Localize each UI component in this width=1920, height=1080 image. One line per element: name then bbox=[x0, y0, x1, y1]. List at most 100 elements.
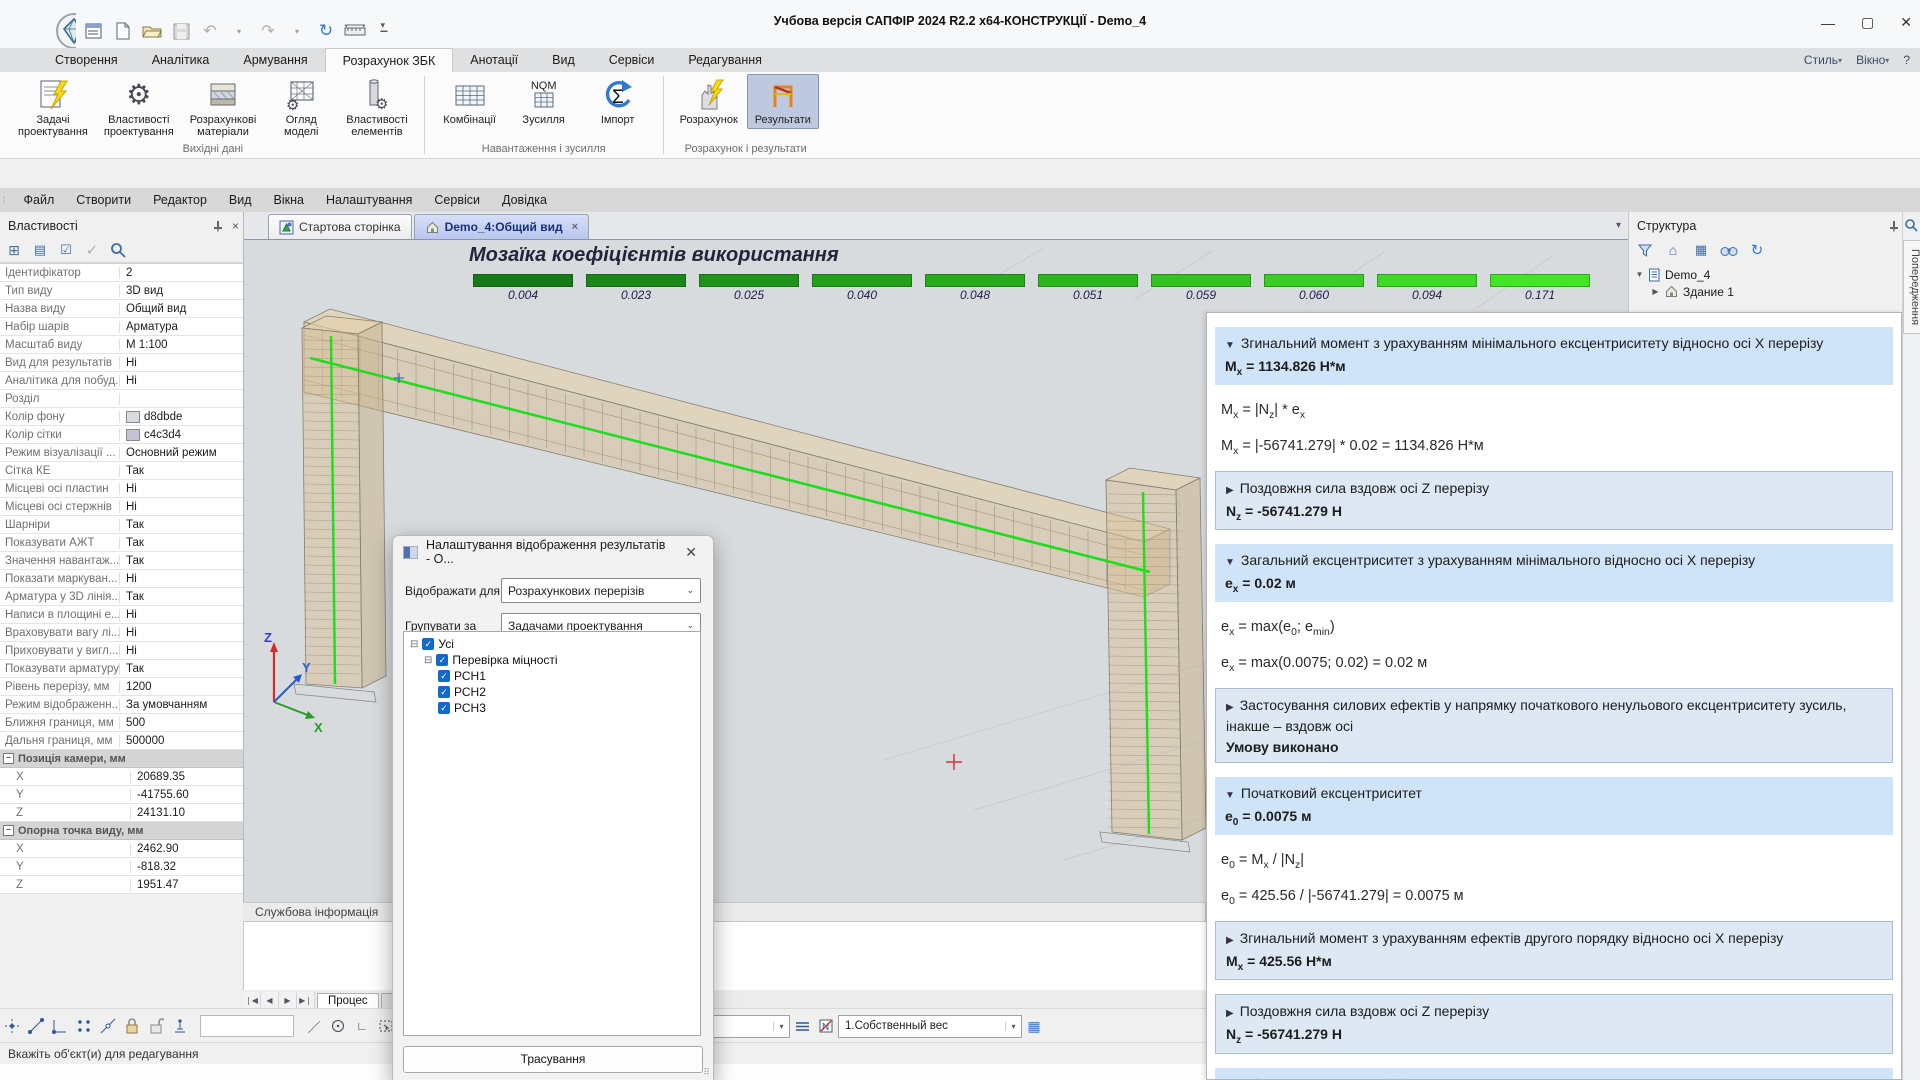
checkbox-checked[interactable]: ✓ bbox=[438, 686, 450, 698]
tree-item-РСН3[interactable]: ✓РСН3 bbox=[404, 700, 700, 716]
property-value[interactable]: 1200 bbox=[120, 681, 243, 693]
lock-closed-icon[interactable] bbox=[121, 1015, 143, 1037]
property-row[interactable]: Y-41755.60 bbox=[0, 786, 243, 804]
tree-item-Перевірка міцності[interactable]: ⊟✓Перевірка міцності bbox=[404, 652, 700, 668]
minimize-button[interactable]: — bbox=[1821, 15, 1835, 31]
property-row[interactable]: Аналітика для побуд...Ні bbox=[0, 372, 243, 390]
pin-icon[interactable] bbox=[212, 220, 224, 232]
home-icon[interactable]: ⌂ bbox=[1663, 241, 1683, 259]
resize-grip-icon[interactable]: ⠿ bbox=[703, 1067, 710, 1078]
collapse-icon[interactable]: ▼ bbox=[1225, 557, 1235, 568]
property-row[interactable]: X2462.90 bbox=[0, 840, 243, 858]
property-value[interactable]: Общий вид bbox=[120, 303, 243, 315]
property-row[interactable]: Написи в площині е...Ні bbox=[0, 606, 243, 624]
menu-item-Вид[interactable]: Вид bbox=[218, 188, 263, 212]
structure-node-Demo_4[interactable]: ▼Demo_4 bbox=[1635, 266, 1920, 283]
ribbon-button-Огляд-моделі[interactable]: ⚙Огляд моделі bbox=[265, 74, 337, 141]
corner-tool-icon[interactable]: ∟ bbox=[351, 1015, 373, 1037]
checkbox-checked[interactable]: ✓ bbox=[422, 638, 434, 650]
measure-input[interactable] bbox=[200, 1015, 294, 1037]
result-block[interactable]: ▶Поздовжня сила вздовж осі Z перерізуNz … bbox=[1215, 994, 1893, 1054]
property-row[interactable]: Дальня границя, мм500000 bbox=[0, 732, 243, 750]
ribbon-tab-Редагування[interactable]: Редагування bbox=[671, 48, 779, 72]
search-icon[interactable] bbox=[1904, 218, 1918, 232]
menu-item-Файл[interactable]: Файл bbox=[13, 188, 66, 212]
property-row[interactable]: Рівень перерізу, мм1200 bbox=[0, 678, 243, 696]
menu-item-Редактор[interactable]: Редактор bbox=[142, 188, 218, 212]
table-sm-icon[interactable]: ▦ bbox=[1691, 241, 1711, 259]
property-row[interactable]: Режим відображенн...За умовчанням bbox=[0, 696, 243, 714]
expand-icon[interactable]: ▶ bbox=[1226, 702, 1234, 713]
ribbon-button-Розрахункові-матеріали[interactable]: Розрахункові матеріали bbox=[183, 74, 264, 141]
property-value[interactable]: Так bbox=[120, 555, 243, 567]
property-value[interactable]: 3D вид bbox=[120, 285, 243, 297]
property-value[interactable]: Так bbox=[120, 663, 243, 675]
tree-item-Усі[interactable]: ⊟✓Усі bbox=[404, 636, 700, 652]
property-value[interactable]: Ні bbox=[120, 573, 243, 585]
result-block[interactable]: ▶Поздовжня сила вздовж осі Z перерізуNz … bbox=[1215, 471, 1893, 531]
property-value[interactable]: Ні bbox=[120, 609, 243, 621]
refresh-icon[interactable]: ↻ bbox=[1747, 241, 1767, 259]
ribbon-right-?[interactable]: ? bbox=[1903, 53, 1910, 67]
no-loads-icon[interactable]: N bbox=[815, 1015, 837, 1037]
property-value[interactable]: 24131.10 bbox=[131, 807, 243, 819]
ribbon-tab-Армування[interactable]: Армування bbox=[226, 48, 324, 72]
ribbon-button-Задачі-проектування[interactable]: Задачі проектування bbox=[11, 74, 95, 141]
menu-item-Сервіси[interactable]: Сервіси bbox=[423, 188, 491, 212]
ribbon-right-Вікно[interactable]: Вікно ▾ bbox=[1856, 53, 1889, 67]
property-row[interactable]: Z24131.10 bbox=[0, 804, 243, 822]
menu-item-Налаштування[interactable]: Налаштування bbox=[315, 188, 423, 212]
nav-next-button[interactable]: ▶ bbox=[279, 992, 297, 1008]
binoculars-icon[interactable] bbox=[1719, 241, 1739, 259]
expander-icon[interactable]: ▶ bbox=[1651, 287, 1660, 296]
expander-icon[interactable]: ▼ bbox=[1635, 270, 1644, 279]
ribbon-tab-Створення[interactable]: Створення bbox=[38, 48, 135, 72]
tab-overflow-icon[interactable]: ▾ bbox=[1616, 220, 1621, 231]
pin-icon[interactable] bbox=[1888, 220, 1900, 232]
collapse-icon[interactable]: ⊟ bbox=[410, 639, 418, 650]
property-row[interactable]: Колір сіткиc4c3d4 bbox=[0, 426, 243, 444]
tree-item-РСН2[interactable]: ✓РСН2 bbox=[404, 684, 700, 700]
ribbon-tab-Сервіси[interactable]: Сервіси bbox=[592, 48, 672, 72]
property-row[interactable]: Назва видуОбщий вид bbox=[0, 300, 243, 318]
property-value[interactable]: 500000 bbox=[120, 735, 243, 747]
nav-last-button[interactable]: ▶❘ bbox=[297, 992, 315, 1008]
snap-line-icon[interactable] bbox=[25, 1015, 47, 1037]
property-row[interactable]: Показувати АЖТТак bbox=[0, 534, 243, 552]
property-value[interactable]: Ні bbox=[120, 357, 243, 369]
ribbon-tab-Анотації[interactable]: Анотації bbox=[453, 48, 535, 72]
property-row[interactable]: Приховувати у вигл...Ні bbox=[0, 642, 243, 660]
checklist-icon[interactable]: ☑ bbox=[56, 241, 76, 259]
nav-prev-button[interactable]: ◀ bbox=[261, 992, 279, 1008]
nav-first-button[interactable]: ❘◀ bbox=[243, 992, 261, 1008]
chevron-down-icon[interactable]: ⌄ bbox=[686, 585, 700, 596]
ribbon-right-Стиль[interactable]: Стиль ▾ bbox=[1804, 53, 1842, 67]
result-block[interactable]: ▼Згинальний момент з урахуванням мінімал… bbox=[1215, 327, 1893, 385]
property-value[interactable]: Ні bbox=[120, 501, 243, 513]
property-value[interactable]: Так bbox=[120, 465, 243, 477]
property-row[interactable]: Ближня границя, мм500 bbox=[0, 714, 243, 732]
property-value[interactable]: М 1:100 bbox=[120, 339, 243, 351]
lock-open-icon[interactable] bbox=[145, 1015, 167, 1037]
property-value[interactable]: Так bbox=[120, 537, 243, 549]
result-block[interactable]: ▶Застосування силових ефектів у напрямку… bbox=[1215, 688, 1893, 763]
menu-item-Вікна[interactable]: Вікна bbox=[263, 188, 315, 212]
dialog-combo-Відображати для[interactable]: Розрахункових перерізів⌄ bbox=[501, 578, 701, 603]
search-icon[interactable] bbox=[108, 241, 128, 259]
property-row[interactable]: Показати маркуван...Ні bbox=[0, 570, 243, 588]
chevron-down-icon[interactable]: ▾ bbox=[773, 1022, 789, 1031]
checkbox-checked[interactable]: ✓ bbox=[438, 702, 450, 714]
property-value[interactable]: Так bbox=[120, 519, 243, 531]
property-row[interactable]: Враховувати вагу лі...Ні bbox=[0, 624, 243, 642]
expand-icon[interactable]: ▶ bbox=[1226, 485, 1234, 496]
property-row[interactable]: Розділ bbox=[0, 390, 243, 408]
process-tab-Процес[interactable]: Процес bbox=[317, 993, 379, 1008]
ribbon-tab-Аналітика[interactable]: Аналітика bbox=[135, 48, 227, 72]
trace-button[interactable]: Трасування bbox=[403, 1046, 703, 1073]
property-row[interactable]: Ідентифікатор2 bbox=[0, 264, 243, 282]
property-value[interactable]: 20689.35 bbox=[131, 771, 243, 783]
storeys-icon[interactable] bbox=[791, 1015, 813, 1037]
tree-item-РСН1[interactable]: ✓РСН1 bbox=[404, 668, 700, 684]
property-value[interactable]: Ні bbox=[120, 645, 243, 657]
property-value[interactable]: Основний режим bbox=[120, 447, 243, 459]
